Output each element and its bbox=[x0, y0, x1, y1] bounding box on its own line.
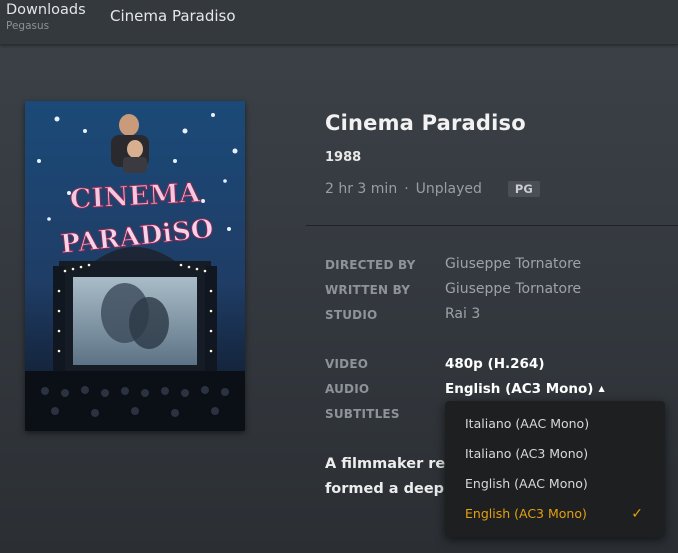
audio-option-label: Italiano (AAC Mono) bbox=[465, 416, 590, 431]
studio-label: STUDIO bbox=[325, 308, 378, 322]
watch-status: Unplayed bbox=[415, 181, 482, 197]
video-value: 480p (H.264) bbox=[445, 356, 545, 372]
audio-option[interactable]: English (AAC Mono) bbox=[445, 469, 665, 499]
library-server-name: Pegasus bbox=[6, 20, 50, 32]
breadcrumb-library[interactable]: Downloads Pegasus bbox=[6, 0, 86, 33]
written-by-label: WRITTEN BY bbox=[325, 283, 411, 297]
movie-year: 1988 bbox=[325, 150, 362, 165]
content-rating-badge: PG bbox=[507, 181, 540, 197]
audio-option[interactable]: Italiano (AC3 Mono) bbox=[445, 439, 665, 469]
library-title[interactable]: Downloads bbox=[6, 0, 86, 20]
subtitles-label: SUBTITLES bbox=[325, 407, 400, 421]
section-divider bbox=[306, 225, 678, 226]
caret-up-icon: ▲ bbox=[598, 384, 605, 393]
movie-meta: 2 hr 3 min · Unplayed PG bbox=[325, 181, 540, 197]
movie-duration: 2 hr 3 min bbox=[325, 181, 398, 197]
top-bar: Downloads Pegasus Cinema Paradiso bbox=[0, 0, 678, 45]
audio-select[interactable]: English (AC3 Mono) ▲ bbox=[445, 381, 605, 397]
director-link[interactable]: Giuseppe Tornatore bbox=[445, 256, 581, 272]
writer-link[interactable]: Giuseppe Tornatore bbox=[445, 281, 581, 297]
video-label: VIDEO bbox=[325, 357, 369, 371]
poster-theater bbox=[53, 247, 217, 374]
audio-selected-value: English (AC3 Mono) bbox=[445, 381, 594, 397]
studio-link[interactable]: Rai 3 bbox=[445, 306, 480, 322]
meta-separator: · bbox=[404, 181, 409, 197]
movie-poster[interactable]: CINEMA PARADiSO bbox=[25, 101, 245, 431]
checkmark-icon: ✓ bbox=[631, 506, 643, 522]
breadcrumb-current: Cinema Paradiso bbox=[110, 7, 236, 25]
audio-option[interactable]: Italiano (AAC Mono) bbox=[445, 409, 665, 439]
movie-title: Cinema Paradiso bbox=[325, 111, 526, 135]
directed-by-label: DIRECTED BY bbox=[325, 258, 416, 272]
audio-option-label: English (AAC Mono) bbox=[465, 476, 588, 491]
audio-option-selected[interactable]: English (AC3 Mono) ✓ bbox=[445, 499, 665, 529]
audio-option-label: English (AC3 Mono) bbox=[465, 506, 587, 521]
audio-label: AUDIO bbox=[325, 382, 370, 396]
audio-dropdown-menu: Italiano (AAC Mono) Italiano (AC3 Mono) … bbox=[445, 401, 665, 537]
audio-option-label: Italiano (AC3 Mono) bbox=[465, 446, 589, 461]
